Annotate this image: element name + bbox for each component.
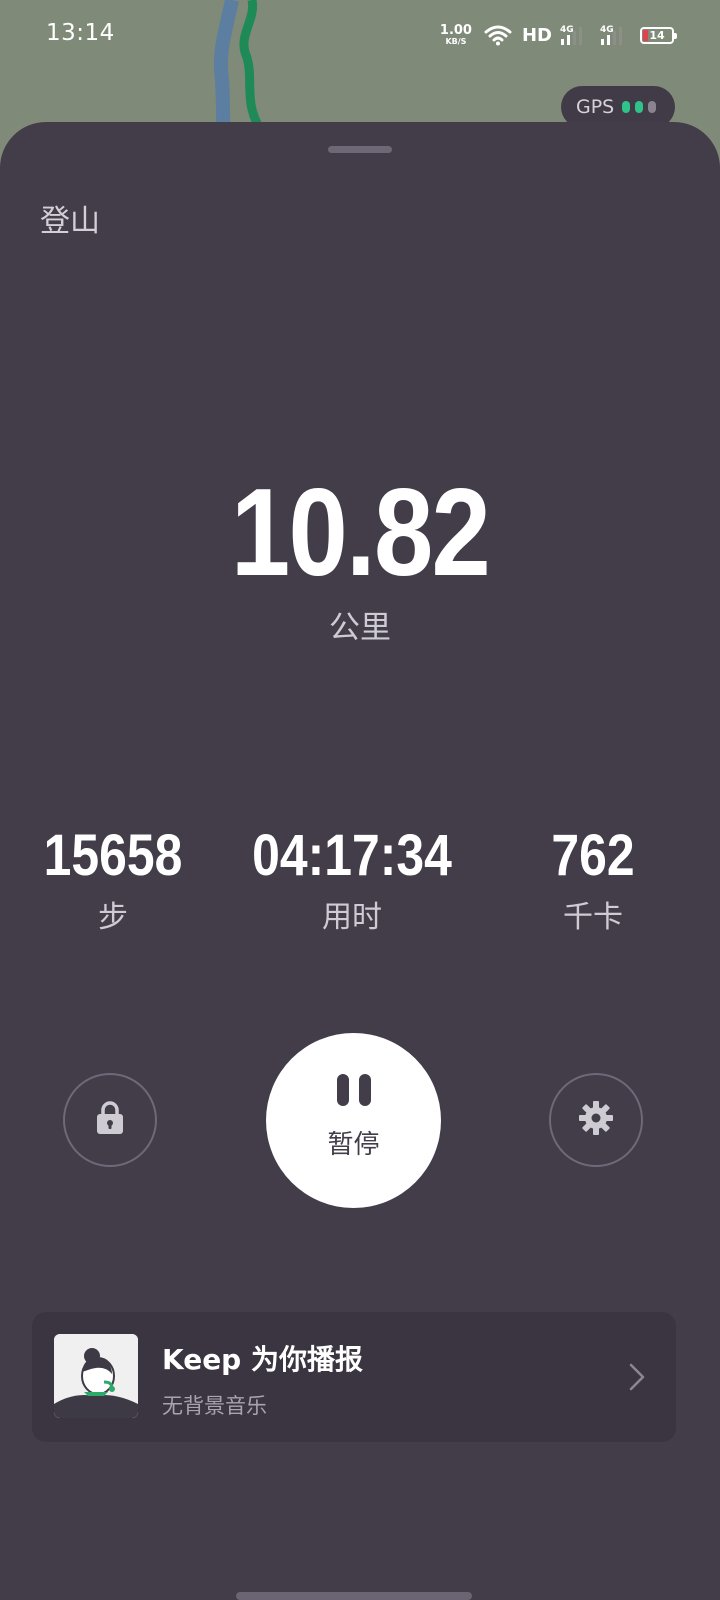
stat-value: 762 — [551, 823, 635, 888]
stat-label: 用时 — [322, 900, 382, 935]
network-speed-unit: KB/S — [445, 37, 467, 46]
signal-1-label: 4G — [560, 25, 574, 35]
stat-steps: 15658 步 — [0, 822, 233, 936]
gps-signal-dots — [622, 101, 661, 113]
hd-label: HD — [521, 24, 552, 46]
settings-button[interactable] — [549, 1073, 643, 1167]
status-bar: 13:14 1.00 KB/S HD 4G 4G 14 — [0, 0, 720, 72]
chevron-right-icon — [628, 1362, 646, 1396]
gear-icon — [576, 1098, 616, 1142]
stat-calories: 762 千卡 — [473, 822, 713, 936]
pause-button[interactable]: 暂停 — [266, 1033, 441, 1208]
stat-label: 步 — [98, 900, 128, 935]
network-speed: 1.00 KB/S — [440, 24, 472, 46]
signal-icon: 4G — [560, 23, 590, 47]
status-time: 13:14 — [46, 20, 115, 46]
signal-2-label: 4G — [600, 25, 614, 35]
pause-label: 暂停 — [327, 1130, 380, 1160]
voice-card-title: Keep 为你播报 — [162, 1343, 363, 1376]
lock-button[interactable] — [63, 1073, 157, 1167]
distance-unit: 公里 — [329, 610, 391, 646]
gps-dot — [635, 101, 644, 113]
pause-icon — [332, 1074, 376, 1106]
stat-duration: 04:17:34 用时 — [232, 822, 472, 936]
activity-type: 登山 — [40, 204, 100, 239]
lock-icon — [94, 1100, 126, 1140]
battery-level: 14 — [649, 28, 665, 42]
gps-dot — [648, 101, 657, 113]
stats-row: 15658 步 04:17:34 用时 762 千卡 — [0, 822, 720, 935]
drag-handle[interactable] — [328, 146, 392, 153]
voice-broadcast-card[interactable]: Keep 为你播报 无背景音乐 — [32, 1312, 676, 1442]
battery-fill — [643, 29, 648, 41]
gps-label: GPS — [576, 96, 615, 118]
stat-value: 15658 — [43, 823, 183, 888]
workout-panel: 登山 10.82 公里 15658 步 04:17:34 用时 762 千卡 暂… — [0, 122, 720, 1600]
stat-value: 04:17:34 — [252, 823, 452, 888]
status-icons: 1.00 KB/S HD 4G 4G 14 — [440, 20, 677, 50]
screen: 13:14 1.00 KB/S HD 4G 4G 14 GPS 登山 10.82… — [0, 0, 720, 1600]
battery-icon: 14 — [640, 26, 677, 44]
stat-label: 千卡 — [563, 900, 623, 935]
gps-dot — [622, 101, 631, 113]
network-speed-value: 1.00 — [439, 23, 472, 38]
voice-card-subtitle: 无背景音乐 — [162, 1394, 267, 1418]
signal-icon-2: 4G — [600, 23, 630, 47]
announcer-avatar — [54, 1334, 138, 1418]
home-indicator[interactable] — [236, 1592, 472, 1600]
wifi-icon — [484, 24, 512, 46]
distance-value: 10.82 — [230, 464, 491, 602]
